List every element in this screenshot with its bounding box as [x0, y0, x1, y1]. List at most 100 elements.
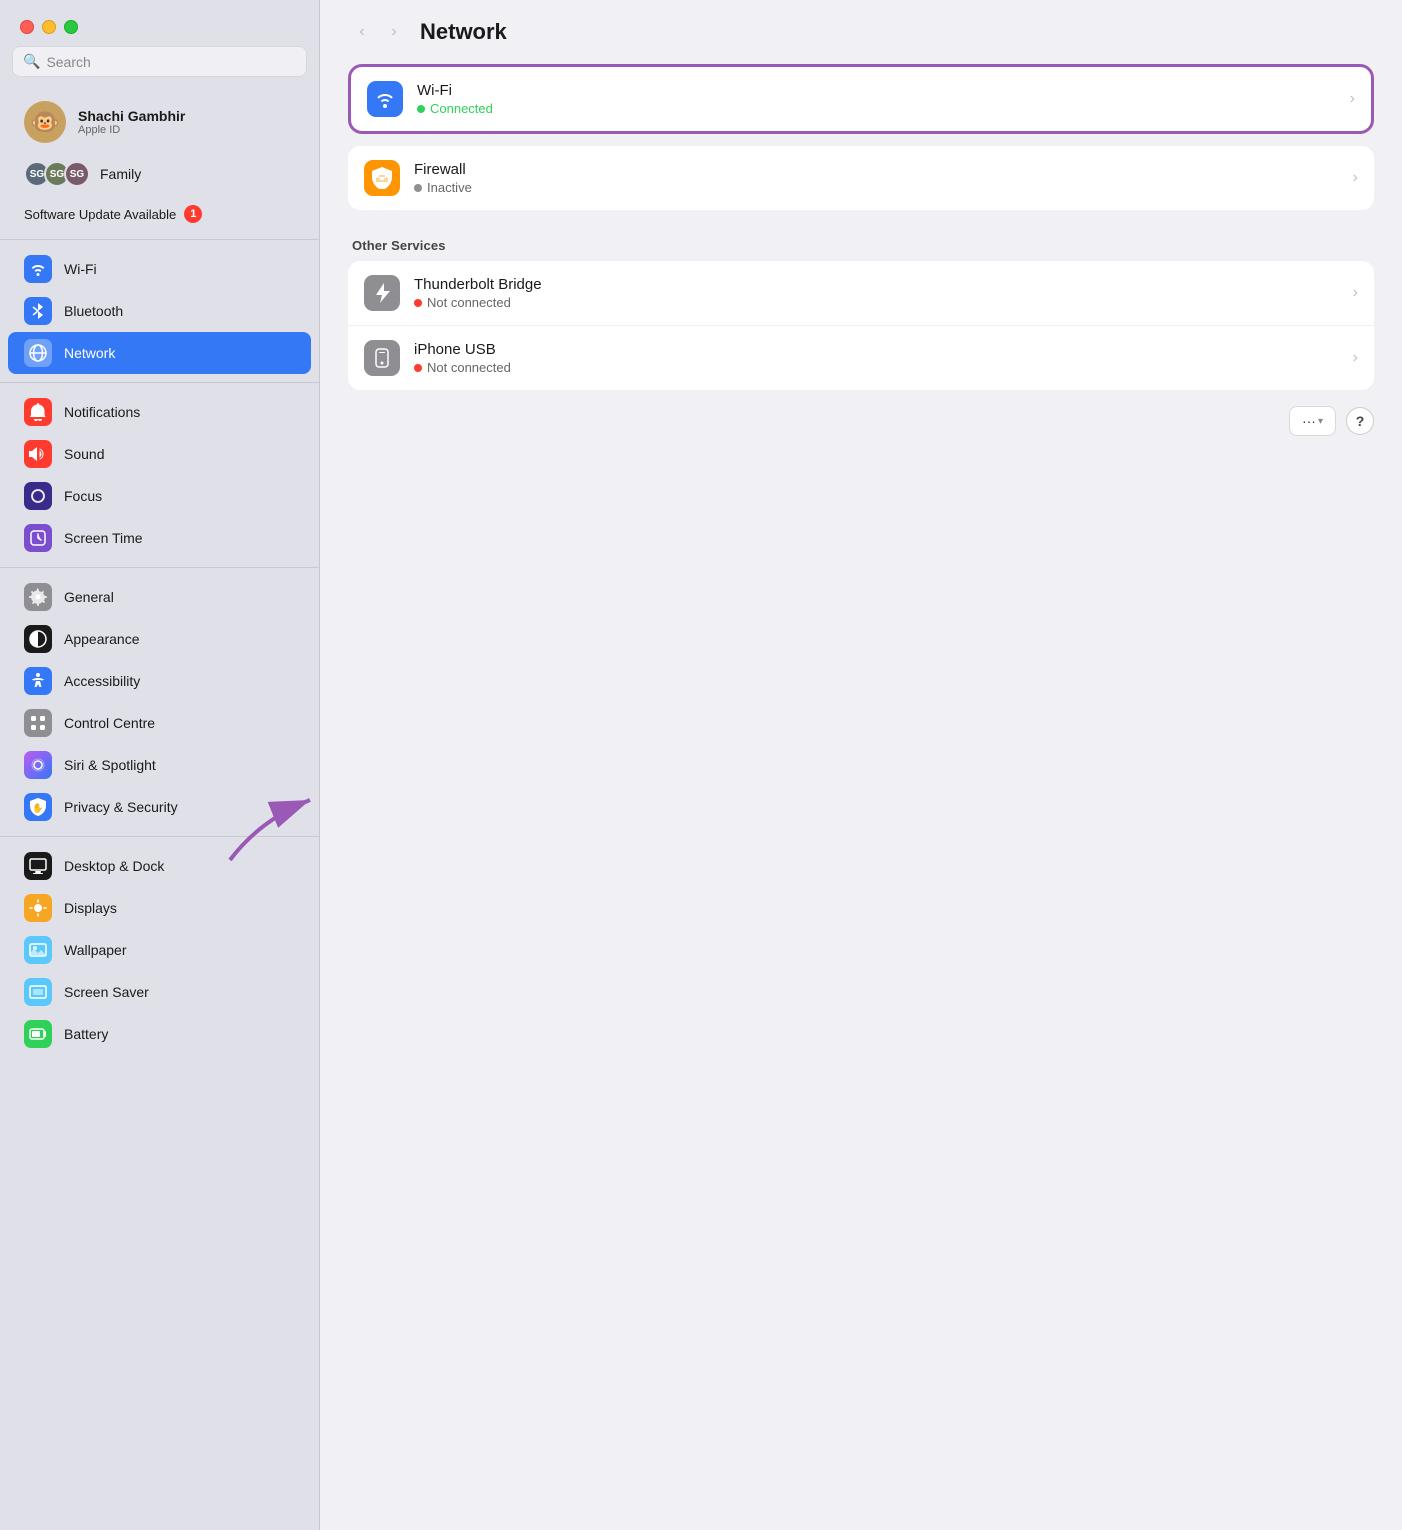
wifi-highlighted-card: Wi-Fi Connected ›: [348, 64, 1374, 134]
sidebar-wifi-label: Wi-Fi: [64, 261, 97, 277]
sidebar-item-notifications[interactable]: Notifications: [8, 391, 311, 433]
sidebar-item-screensaver[interactable]: Screen Saver: [8, 971, 311, 1013]
traffic-lights: [0, 0, 319, 46]
sidebar-controlcentre-label: Control Centre: [64, 715, 155, 731]
wifi-status: Connected: [417, 101, 1336, 116]
sidebar-wallpaper-label: Wallpaper: [64, 942, 127, 958]
accessibility-icon: [24, 667, 52, 695]
sidebar: 🔍 🐵 Shachi Gambhir Apple ID SG SG SG Fam…: [0, 0, 320, 1530]
wifi-name: Wi-Fi: [417, 82, 1336, 99]
sidebar-item-network[interactable]: Network: [8, 332, 311, 374]
firewall-status-dot: [414, 184, 422, 192]
sidebar-item-battery[interactable]: Battery: [8, 1013, 311, 1055]
sidebar-notifications-label: Notifications: [64, 404, 140, 420]
thunderbolt-status-dot: [414, 299, 422, 307]
sound-icon: [24, 440, 52, 468]
user-subtitle: Apple ID: [78, 124, 185, 136]
divider-2: [0, 382, 319, 383]
help-button[interactable]: ?: [1346, 407, 1374, 435]
sidebar-section-prefs: General Appearance: [0, 572, 319, 832]
minimize-button[interactable]: [42, 20, 56, 34]
wifi-status-dot: [417, 105, 425, 113]
sidebar-scroll: 🐵 Shachi Gambhir Apple ID SG SG SG Famil…: [0, 93, 319, 1530]
software-update-label: Software Update Available: [24, 207, 176, 222]
focus-icon: [24, 482, 52, 510]
annotation-arrow: [320, 760, 380, 880]
back-button[interactable]: ‹: [348, 18, 376, 46]
iphoneusb-item[interactable]: iPhone USB Not connected ›: [348, 326, 1374, 390]
sidebar-item-siri[interactable]: Siri & Spotlight: [8, 744, 311, 786]
iphoneusb-status: Not connected: [414, 360, 1339, 375]
divider-4: [0, 836, 319, 837]
thunderbolt-name: Thunderbolt Bridge: [414, 276, 1339, 293]
sidebar-item-privacy[interactable]: ✋ Privacy & Security: [8, 786, 311, 828]
main-header: ‹ › Network: [320, 0, 1402, 64]
firewall-info: Firewall Inactive: [414, 161, 1339, 195]
sidebar-item-displays[interactable]: Displays: [8, 887, 311, 929]
thunderbolt-item[interactable]: Thunderbolt Bridge Not connected ›: [348, 261, 1374, 326]
sidebar-item-wifi[interactable]: Wi-Fi: [8, 248, 311, 290]
firewall-item[interactable]: Firewall Inactive ›: [348, 146, 1374, 210]
sidebar-item-bluetooth[interactable]: Bluetooth: [8, 290, 311, 332]
general-icon: [24, 583, 52, 611]
thunderbolt-info: Thunderbolt Bridge Not connected: [414, 276, 1339, 310]
firewall-name: Firewall: [414, 161, 1339, 178]
sidebar-displays-label: Displays: [64, 900, 117, 916]
sidebar-battery-label: Battery: [64, 1026, 108, 1042]
sidebar-desktop-label: Desktop & Dock: [64, 858, 164, 874]
sidebar-accessibility-label: Accessibility: [64, 673, 140, 689]
sidebar-item-controlcentre[interactable]: Control Centre: [8, 702, 311, 744]
family-avatar-3: SG: [64, 161, 90, 187]
sidebar-item-appearance[interactable]: Appearance: [8, 618, 311, 660]
sidebar-section-connectivity: Wi-Fi Bluetooth: [0, 244, 319, 378]
sidebar-appearance-label: Appearance: [64, 631, 140, 647]
network-icon: [24, 339, 52, 367]
iphoneusb-name: iPhone USB: [414, 341, 1339, 358]
iphoneusb-chevron: ›: [1353, 349, 1358, 367]
screentime-icon: [24, 524, 52, 552]
more-button[interactable]: ··· ▾: [1289, 406, 1336, 436]
displays-icon: [24, 894, 52, 922]
desktop-icon: [24, 852, 52, 880]
thunderbolt-status: Not connected: [414, 295, 1339, 310]
firewall-chevron: ›: [1353, 169, 1358, 187]
privacy-icon: ✋: [24, 793, 52, 821]
sidebar-item-wallpaper[interactable]: Wallpaper: [8, 929, 311, 971]
notifications-icon: [24, 398, 52, 426]
sidebar-section-system: Notifications Sound F: [0, 387, 319, 563]
sidebar-item-accessibility[interactable]: Accessibility: [8, 660, 311, 702]
siri-icon: [24, 751, 52, 779]
family-avatars: SG SG SG: [24, 161, 90, 187]
sidebar-item-focus[interactable]: Focus: [8, 475, 311, 517]
sidebar-screentime-label: Screen Time: [64, 530, 143, 546]
search-bar[interactable]: 🔍: [12, 46, 307, 77]
sidebar-item-desktop[interactable]: Desktop & Dock: [8, 845, 311, 887]
battery-icon: [24, 1020, 52, 1048]
iphoneusb-service-icon: [364, 340, 400, 376]
forward-button[interactable]: ›: [380, 18, 408, 46]
thunderbolt-status-text: Not connected: [427, 295, 511, 310]
software-update[interactable]: Software Update Available 1: [8, 197, 311, 231]
wifi-item[interactable]: Wi-Fi Connected ›: [351, 67, 1371, 131]
page-title: Network: [420, 19, 507, 45]
other-services-card: Thunderbolt Bridge Not connected ›: [348, 261, 1374, 390]
close-button[interactable]: [20, 20, 34, 34]
user-profile[interactable]: 🐵 Shachi Gambhir Apple ID: [8, 93, 311, 151]
other-services-title: Other Services: [348, 222, 1374, 261]
sidebar-item-general[interactable]: General: [8, 576, 311, 618]
search-input[interactable]: [46, 54, 296, 70]
sidebar-item-screentime[interactable]: Screen Time: [8, 517, 311, 559]
firewall-status: Inactive: [414, 180, 1339, 195]
family-row[interactable]: SG SG SG Family: [8, 155, 311, 193]
main-content: ‹ › Network Wi-Fi Connected: [320, 0, 1402, 1530]
divider-1: [0, 239, 319, 240]
search-icon: 🔍: [23, 53, 40, 70]
nav-buttons: ‹ ›: [348, 18, 408, 46]
sidebar-item-sound[interactable]: Sound: [8, 433, 311, 475]
sidebar-siri-label: Siri & Spotlight: [64, 757, 156, 773]
wifi-icon: [24, 255, 52, 283]
maximize-button[interactable]: [64, 20, 78, 34]
divider-3: [0, 567, 319, 568]
sidebar-network-label: Network: [64, 345, 115, 361]
user-name: Shachi Gambhir: [78, 108, 185, 124]
